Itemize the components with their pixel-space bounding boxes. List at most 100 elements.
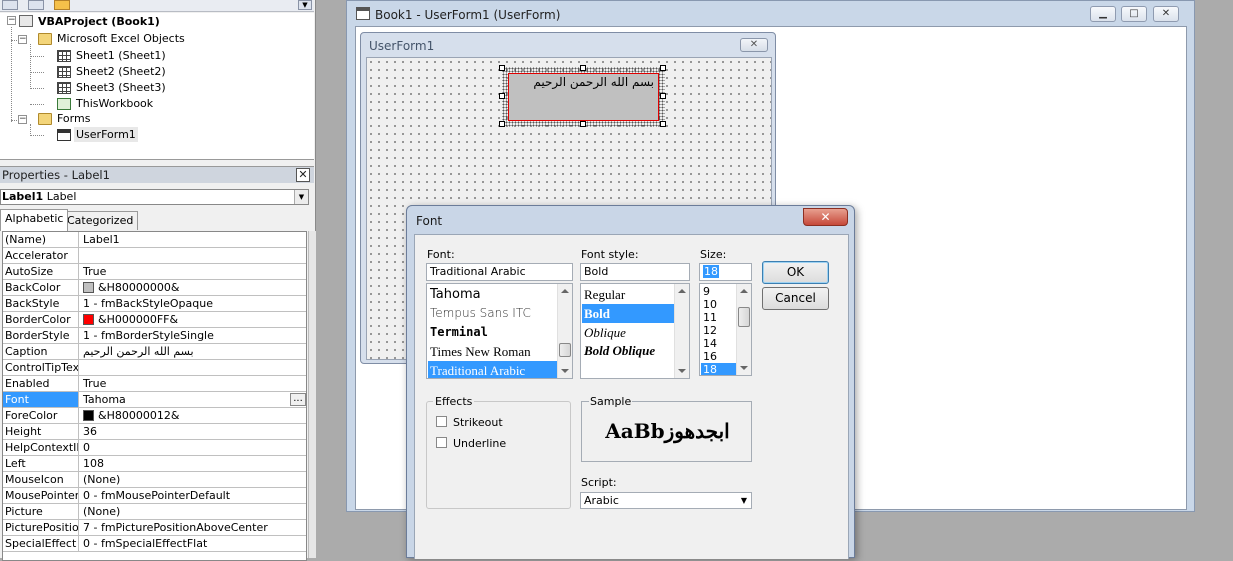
- label1-control[interactable]: بسم الله الرحمن الرحيم: [508, 73, 659, 121]
- property-value[interactable]: (None): [80, 472, 306, 487]
- tree-item-project[interactable]: VBAProject (Book1): [36, 14, 162, 29]
- tree-item-sheet3[interactable]: Sheet3 (Sheet3): [74, 80, 168, 95]
- size-list[interactable]: 9 10 11 12 14 16 18: [699, 283, 752, 376]
- script-select[interactable]: Arabic ▼: [580, 492, 752, 509]
- property-value[interactable]: Tahoma...: [80, 392, 306, 407]
- size-input[interactable]: 18: [699, 263, 752, 281]
- property-value[interactable]: 108: [80, 456, 306, 471]
- resize-handle[interactable]: [499, 65, 505, 71]
- property-value[interactable]: Label1: [80, 232, 306, 247]
- resize-handle[interactable]: [499, 121, 505, 127]
- property-row[interactable]: Picture (None): [3, 504, 306, 520]
- resize-handle[interactable]: [660, 93, 666, 99]
- list-item[interactable]: Tahoma: [428, 285, 557, 304]
- scroll-up-icon[interactable]: [561, 289, 569, 293]
- property-row[interactable]: BorderColor &H000000FF&: [3, 312, 306, 328]
- tree-item-sheet1[interactable]: Sheet1 (Sheet1): [74, 48, 168, 63]
- scroll-thumb[interactable]: [738, 307, 750, 327]
- list-item[interactable]: Tempus Sans ITC: [428, 304, 557, 323]
- list-item[interactable]: Regular: [582, 285, 674, 304]
- property-row[interactable]: Font Tahoma...: [3, 392, 306, 408]
- font-style-input[interactable]: Bold: [580, 263, 690, 281]
- property-value[interactable]: [80, 248, 306, 263]
- property-row[interactable]: AutoSize True: [3, 264, 306, 280]
- property-row[interactable]: BorderStyle 1 - fmBorderStyleSingle: [3, 328, 306, 344]
- cancel-button[interactable]: Cancel: [762, 287, 829, 310]
- maximize-button[interactable]: □: [1121, 6, 1147, 22]
- property-row[interactable]: (Name) Label1: [3, 232, 306, 248]
- collapse-icon[interactable]: −: [18, 115, 27, 124]
- font-name-list[interactable]: Tahoma Tempus Sans ITC Terminal Times Ne…: [426, 283, 573, 379]
- scroll-down-icon[interactable]: [678, 369, 686, 373]
- toggle-folders-icon[interactable]: [54, 0, 70, 10]
- ok-button[interactable]: OK: [762, 261, 829, 284]
- property-row[interactable]: SpecialEffect 0 - fmSpecialEffectFlat: [3, 536, 306, 552]
- property-value[interactable]: &H000000FF&: [80, 312, 306, 327]
- property-value[interactable]: &H80000012&: [80, 408, 306, 423]
- view-code-icon[interactable]: [2, 0, 18, 10]
- property-value[interactable]: 0: [80, 440, 306, 455]
- collapse-icon[interactable]: −: [7, 16, 16, 25]
- property-row[interactable]: MouseIcon (None): [3, 472, 306, 488]
- tab-categorized[interactable]: Categorized: [62, 211, 139, 230]
- size-list-scrollbar[interactable]: [736, 284, 751, 375]
- list-item-selected[interactable]: Traditional Arabic: [428, 361, 557, 378]
- resize-handle[interactable]: [580, 65, 586, 71]
- font-style-list[interactable]: Regular Bold Oblique Bold Oblique: [580, 283, 690, 379]
- underline-label[interactable]: Underline: [453, 437, 506, 450]
- resize-handle[interactable]: [660, 65, 666, 71]
- resize-handle[interactable]: [660, 121, 666, 127]
- minimize-button[interactable]: ▁: [1090, 6, 1116, 22]
- chevron-down-icon[interactable]: ▼: [737, 493, 751, 508]
- scroll-down-icon[interactable]: [561, 369, 569, 373]
- close-icon[interactable]: ✕: [296, 168, 310, 182]
- list-item[interactable]: 11: [701, 311, 736, 324]
- scroll-up-icon[interactable]: [678, 289, 686, 293]
- property-value[interactable]: 0 - fmSpecialEffectFlat: [80, 536, 306, 551]
- list-item[interactable]: Terminal: [428, 323, 557, 342]
- close-button[interactable]: ✕: [803, 208, 848, 226]
- property-value[interactable]: [80, 360, 306, 375]
- property-value[interactable]: 7 - fmPicturePositionAboveCenter: [80, 520, 306, 535]
- list-item[interactable]: 10: [701, 298, 736, 311]
- property-row[interactable]: Caption بسم الله الرحمن الرحيم: [3, 344, 306, 360]
- resize-handle[interactable]: [499, 93, 505, 99]
- list-item[interactable]: Bold Oblique: [582, 341, 674, 360]
- project-dropdown-icon[interactable]: ▼: [298, 0, 312, 10]
- list-item[interactable]: 12: [701, 324, 736, 337]
- property-value[interactable]: 1 - fmBackStyleOpaque: [80, 296, 306, 311]
- tree-item-sheet2[interactable]: Sheet2 (Sheet2): [74, 64, 168, 79]
- property-row[interactable]: HelpContextID 0: [3, 440, 306, 456]
- tree-item-userform1[interactable]: UserForm1: [74, 127, 138, 142]
- tree-item-excel-objects[interactable]: Microsoft Excel Objects: [55, 31, 187, 46]
- object-selector[interactable]: Label1 Label ▼: [0, 189, 309, 205]
- font-name-input[interactable]: Traditional Arabic: [426, 263, 573, 281]
- property-value[interactable]: True: [80, 264, 306, 279]
- property-value[interactable]: 1 - fmBorderStyleSingle: [80, 328, 306, 343]
- property-row[interactable]: Enabled True: [3, 376, 306, 392]
- project-tree[interactable]: − VBAProject (Book1) − Microsoft Excel O…: [0, 13, 314, 160]
- list-item[interactable]: 9: [701, 285, 736, 298]
- list-item[interactable]: 14: [701, 337, 736, 350]
- tree-item-forms[interactable]: Forms: [55, 111, 92, 126]
- ellipsis-button[interactable]: ...: [290, 393, 306, 406]
- property-value[interactable]: بسم الله الرحمن الرحيم: [80, 344, 306, 359]
- property-value[interactable]: True: [80, 376, 306, 391]
- strikeout-checkbox[interactable]: [436, 416, 447, 427]
- tree-item-thisworkbook[interactable]: ThisWorkbook: [74, 96, 155, 111]
- list-item[interactable]: Oblique: [582, 323, 674, 342]
- property-row[interactable]: BackStyle 1 - fmBackStyleOpaque: [3, 296, 306, 312]
- scroll-down-icon[interactable]: [740, 366, 748, 370]
- scroll-thumb[interactable]: [559, 343, 571, 357]
- property-value[interactable]: &H80000000&: [80, 280, 306, 295]
- underline-checkbox[interactable]: [436, 437, 447, 448]
- view-object-icon[interactable]: [28, 0, 44, 10]
- property-row[interactable]: MousePointer 0 - fmMousePointerDefault: [3, 488, 306, 504]
- style-list-scrollbar[interactable]: [674, 284, 689, 378]
- collapse-icon[interactable]: −: [18, 35, 27, 44]
- property-row[interactable]: Height 36: [3, 424, 306, 440]
- list-item[interactable]: Times New Roman: [428, 342, 557, 361]
- property-value[interactable]: (None): [80, 504, 306, 519]
- property-row[interactable]: Accelerator: [3, 248, 306, 264]
- list-item[interactable]: 16: [701, 350, 736, 363]
